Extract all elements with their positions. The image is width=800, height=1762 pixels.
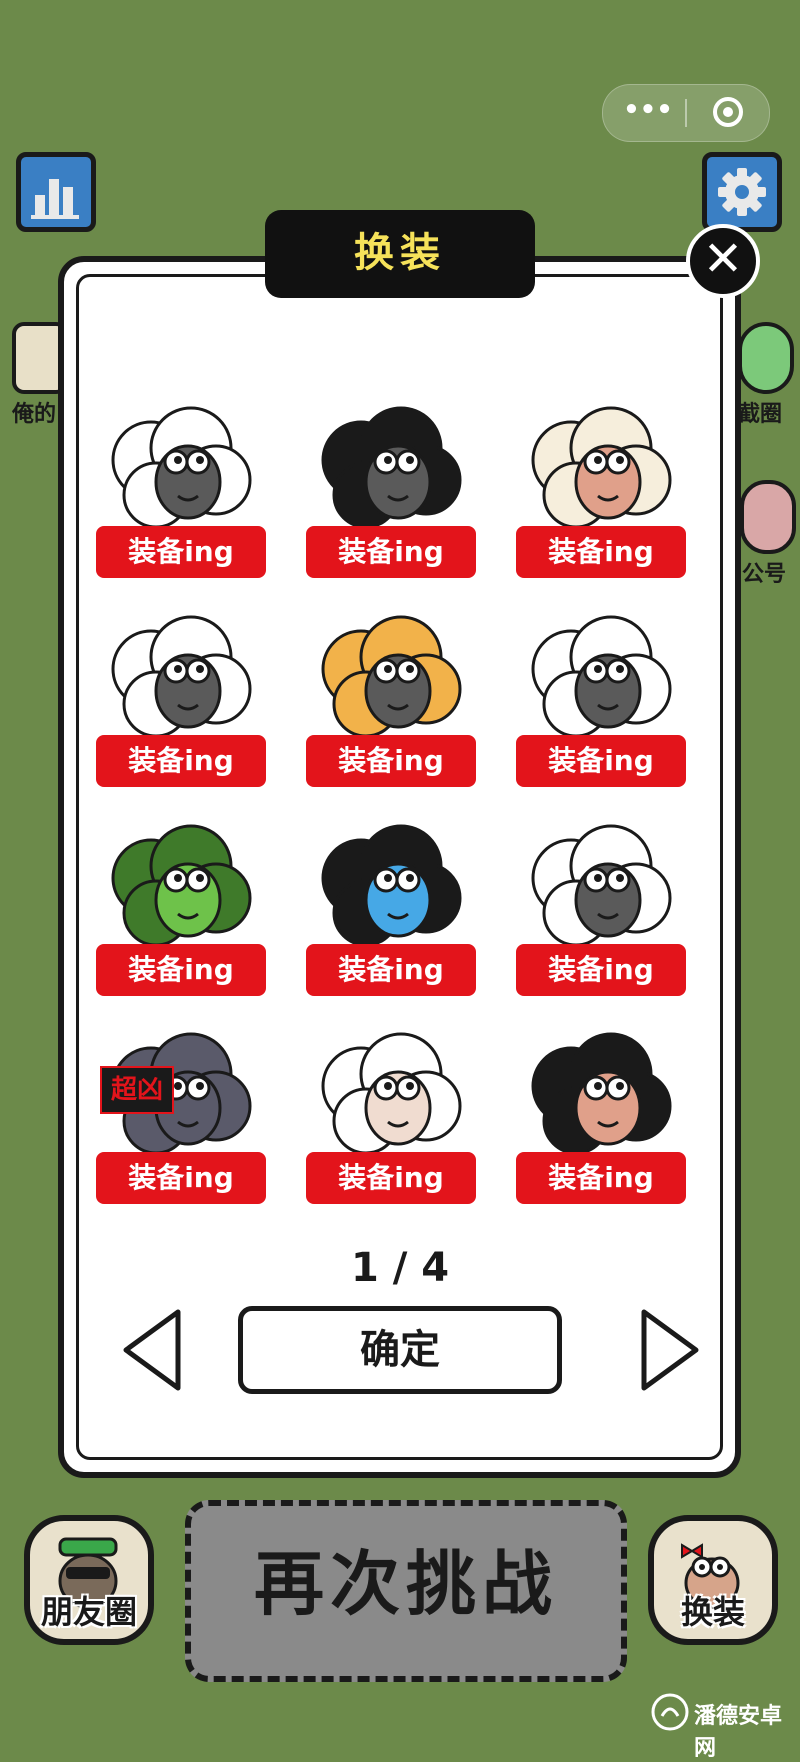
watermark-logo-icon — [651, 1693, 689, 1731]
skin-card[interactable]: 装备ing — [306, 609, 476, 799]
equip-button[interactable]: 装备ing — [96, 944, 266, 996]
skin-card[interactable]: 装备ing — [96, 400, 266, 590]
watermark: 潘德安卓网 — [650, 1690, 800, 1761]
triangle-left-icon[interactable] — [120, 1308, 184, 1392]
moments-label: 朋友圈 — [40, 1593, 137, 1631]
knight-helmet-sheep-icon — [531, 824, 672, 947]
equip-button[interactable]: 装备ing — [516, 944, 686, 996]
side-item-right-top[interactable] — [738, 322, 794, 394]
skin-card[interactable]: 装备ing — [516, 1026, 686, 1216]
skin-card[interactable]: 装备ing — [516, 400, 686, 590]
dialog-title-tab: 换装 — [265, 210, 535, 298]
wolf-scroll-sheep-icon — [111, 615, 252, 738]
side-right-mid-label: 公号 — [742, 562, 787, 587]
side-right-top-label: 截圈 — [738, 402, 783, 427]
skin-card[interactable]: 装备ing — [516, 818, 686, 1008]
equip-button[interactable]: 装备ing — [96, 526, 266, 578]
equip-button[interactable]: 装备ing — [516, 526, 686, 578]
triangle-right-icon[interactable] — [638, 1308, 702, 1392]
headband-sheep-icon — [531, 615, 672, 738]
party-hat-sheep-icon — [531, 406, 672, 529]
zombie-talisman-sheep-icon — [321, 824, 462, 947]
moments-button[interactable]: 朋友圈 — [24, 1515, 154, 1645]
equip-button[interactable]: 装备ing — [306, 526, 476, 578]
equip-button[interactable]: 装备ing — [306, 944, 476, 996]
white-classic-sheep-icon — [111, 406, 252, 529]
dress-up-button[interactable]: 换装 — [648, 1515, 778, 1645]
target-circle-icon[interactable] — [713, 97, 743, 127]
watermark-text: 潘德安卓网 — [694, 1704, 783, 1761]
mini-program-capsule: ••• — [602, 84, 770, 142]
black-ram-mask-sheep-icon — [321, 406, 462, 529]
dress-up-label: 换装 — [680, 1593, 745, 1631]
equip-button[interactable]: 装备ing — [306, 1152, 476, 1204]
equip-button[interactable]: 装备ing — [96, 1152, 266, 1204]
skin-card[interactable]: 装备ing — [96, 818, 266, 1008]
capsule-divider — [685, 99, 687, 127]
skin-card[interactable]: 装备ing — [516, 609, 686, 799]
skin-card[interactable]: 超凶装备ing — [96, 1026, 266, 1216]
equip-button[interactable]: 装备ing — [96, 735, 266, 787]
retry-button[interactable]: 再次挑战 — [185, 1500, 627, 1682]
equip-button[interactable]: 装备ing — [516, 735, 686, 787]
turtle-shell-sheep-icon — [111, 824, 252, 947]
close-button[interactable]: ✕ — [686, 224, 760, 298]
more-dots-icon[interactable]: ••• — [623, 97, 673, 127]
side-item-right-mid[interactable] — [740, 480, 796, 554]
skin-card[interactable]: 装备ing — [306, 400, 476, 590]
equip-button[interactable]: 装备ing — [306, 735, 476, 787]
skin-card[interactable]: 装备ing — [306, 818, 476, 1008]
fierce-sign: 超凶 — [100, 1066, 174, 1114]
burger-sheep-icon — [321, 615, 462, 738]
dialog-title: 换装 — [354, 230, 446, 276]
gear-icon — [718, 168, 766, 216]
ram-horns-sheep-icon — [531, 1032, 672, 1155]
side-left-label: 俺的 — [12, 402, 57, 427]
rank-button[interactable] — [16, 152, 96, 232]
bar-chart-icon — [31, 179, 79, 219]
vampire-sheep-icon — [321, 1032, 462, 1155]
equip-button[interactable]: 装备ing — [516, 1152, 686, 1204]
confirm-label: 确定 — [360, 1327, 440, 1373]
page-indicator: 1 / 4 — [350, 1245, 450, 1291]
close-icon: ✕ — [702, 231, 744, 287]
settings-button[interactable] — [702, 152, 782, 232]
retry-label: 再次挑战 — [254, 1543, 558, 1625]
confirm-button[interactable]: 确定 — [238, 1306, 562, 1394]
skin-card[interactable]: 装备ing — [306, 1026, 476, 1216]
skin-card[interactable]: 装备ing — [96, 609, 266, 799]
